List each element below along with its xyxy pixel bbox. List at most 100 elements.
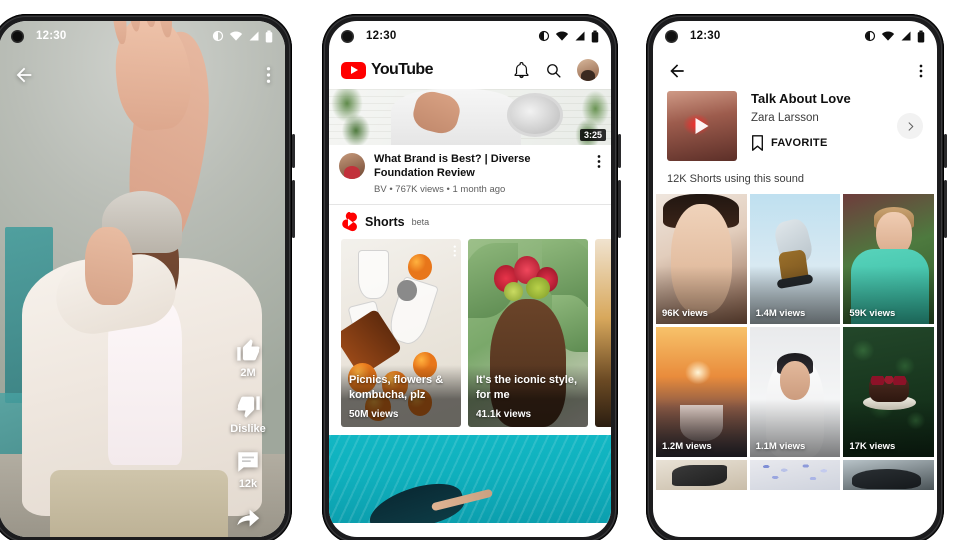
shorts-grid-item-partial[interactable] [843, 460, 934, 490]
channel-avatar[interactable] [339, 153, 365, 179]
grid-item-views: 17K views [849, 441, 896, 452]
youtube-logo[interactable]: YouTube [341, 61, 433, 79]
play-icon[interactable] [695, 118, 709, 134]
like-action[interactable]: 2M [235, 337, 262, 379]
shorts-grid: 96K views 1.4M views 59K views 1.2M view… [653, 194, 937, 490]
phone3-volume-button[interactable] [944, 134, 947, 168]
shorts-shelf-title: Shorts [365, 215, 405, 230]
thumbnail-art-plant-left [329, 89, 375, 145]
bookmark-icon [752, 135, 763, 151]
video-menu-button[interactable] [591, 153, 601, 195]
contrast-icon [212, 30, 224, 42]
video-thumbnail[interactable]: 3:25 [329, 89, 611, 145]
status-icons [538, 30, 599, 43]
phone2-volume-button[interactable] [618, 134, 621, 168]
search-icon[interactable] [545, 62, 562, 79]
shorts-grid-item[interactable]: 17K views [843, 327, 934, 457]
contrast-icon [864, 30, 876, 42]
shorts-grid-item-partial[interactable] [749, 460, 841, 490]
shorts-card[interactable]: It's the iconic style, for me 41.1k view… [468, 238, 588, 427]
status-time: 12:30 [366, 30, 397, 42]
app-bar-actions [513, 59, 599, 81]
camera-punch-hole [665, 29, 678, 43]
shorts-card[interactable]: Picnics, flowers & kombucha, plz 50M vie… [341, 238, 461, 427]
thumbs-up-icon [236, 339, 260, 361]
shorts-card-overlay: It's the iconic style, for me 41.1k view… [468, 365, 588, 427]
next-feed-item[interactable] [329, 434, 611, 523]
share-action[interactable] [235, 504, 262, 531]
shorts-grid-item[interactable]: 1.2M views [656, 327, 747, 457]
wifi-icon [881, 31, 895, 41]
shorts-grid-item[interactable]: 1.4M views [749, 194, 841, 324]
shorts-card-title: It's the iconic style, for me [476, 374, 578, 401]
grid-item-views: 96K views [662, 308, 708, 319]
phone2-power-button[interactable] [618, 180, 621, 238]
wifi-icon [555, 31, 569, 41]
phone1-status-bar: 12:30 [0, 21, 285, 51]
video-views: 767K views [395, 183, 444, 195]
shorts-logo-icon [342, 211, 357, 232]
comment-icon [238, 452, 258, 472]
chevron-right-icon [908, 121, 913, 131]
account-avatar[interactable] [577, 59, 599, 81]
pool-thumbnail-art [329, 434, 611, 523]
phone1-app-bar [0, 55, 285, 95]
status-icons [864, 30, 925, 43]
phone3-status-bar: 12:30 [653, 21, 937, 51]
shorts-card-title: Picnics, flowers & kombucha, plz [349, 374, 444, 401]
phone1-power-button[interactable] [292, 180, 295, 238]
shorts-grid-item[interactable]: 59K views [843, 194, 934, 324]
bell-icon[interactable] [513, 61, 530, 79]
contrast-icon [538, 30, 550, 42]
thumbs-down-icon [236, 396, 260, 418]
phone2-screen: 12:30 YouTube 3:25 What Brand is Best? |… [329, 21, 611, 537]
shorts-grid-item[interactable]: 1.1M views [749, 327, 841, 457]
shorts-grid-item[interactable]: 96K views [656, 194, 747, 324]
more-vertical-icon[interactable] [919, 62, 923, 80]
phone-mockup-shorts-player: 12:30 2M Dislike 12k [0, 14, 295, 540]
youtube-play-badge-icon [341, 61, 366, 79]
phone1-volume-button[interactable] [292, 134, 295, 168]
shorts-card-partial[interactable] [595, 238, 611, 427]
comments-action[interactable]: 12k [235, 449, 261, 490]
sound-next-button[interactable] [897, 113, 923, 139]
sound-title: Talk About Love [751, 91, 851, 106]
signal-icon [249, 31, 259, 41]
shorts-carousel[interactable]: Picnics, flowers & kombucha, plz 50M vie… [329, 238, 611, 435]
status-time: 12:30 [690, 30, 721, 42]
video-metadata-row[interactable]: What Brand is Best? | Diverse Foundation… [329, 145, 611, 204]
shorts-card-menu[interactable] [453, 244, 457, 263]
video-subject-hand-2 [84, 227, 134, 305]
camera-punch-hole [11, 29, 24, 43]
channel-name: BV [374, 183, 387, 195]
shorts-card-overlay: Picnics, flowers & kombucha, plz 50M vie… [341, 365, 461, 427]
sound-page-app-bar [653, 51, 937, 85]
battery-icon [265, 30, 273, 42]
signal-icon [575, 31, 585, 41]
sound-detail-row: Talk About Love Zara Larsson FAVORITE [653, 85, 937, 171]
battery-icon [917, 30, 925, 42]
shorts-grid-item-partial[interactable] [656, 460, 747, 490]
shorts-beta-badge: beta [411, 217, 430, 228]
more-vertical-icon[interactable] [266, 65, 271, 85]
phone3-screen: 12:30 Talk About Love Zara Larsson FAVOR… [653, 21, 937, 537]
comment-count: 12k [238, 478, 258, 490]
camera-punch-hole [341, 29, 354, 43]
grid-item-views: 59K views [849, 308, 896, 319]
grid-item-views: 1.2M views [662, 441, 712, 452]
back-arrow-icon[interactable] [13, 64, 35, 86]
wifi-icon [229, 31, 243, 41]
youtube-wordmark: YouTube [371, 61, 433, 78]
dislike-action[interactable]: Dislike [230, 393, 266, 435]
shorts-card-views: 50M views [349, 408, 399, 420]
video-subtitle: BV • 767K views • 1 month ago [374, 184, 591, 195]
phone3-power-button[interactable] [944, 180, 947, 238]
grid-item-views: 1.1M views [755, 441, 806, 452]
battery-icon [591, 30, 599, 42]
sound-artwork[interactable] [667, 91, 737, 161]
shorts-card-art-amber [595, 238, 611, 427]
favorite-button[interactable]: FAVORITE [751, 135, 851, 151]
back-arrow-icon[interactable] [667, 61, 687, 81]
meta-dot-1: • [389, 183, 393, 195]
phone-mockup-sound-page: 12:30 Talk About Love Zara Larsson FAVOR… [646, 14, 947, 540]
